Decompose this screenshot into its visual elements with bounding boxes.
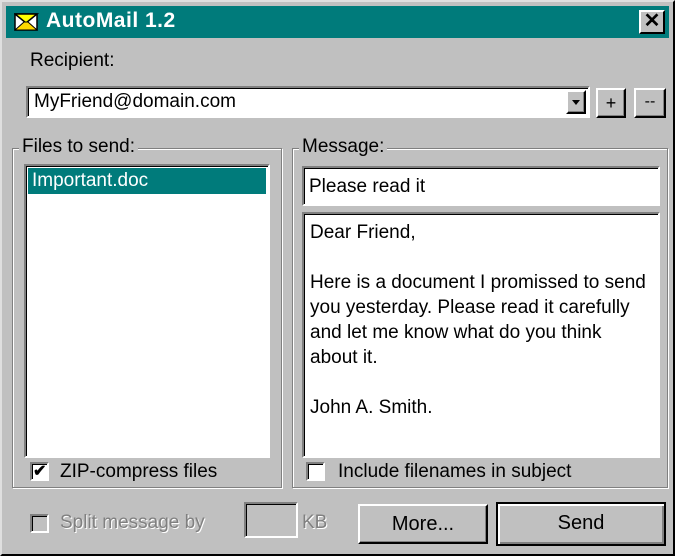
recipient-dropdown-button[interactable] — [566, 90, 586, 114]
send-button[interactable]: Send — [496, 502, 666, 546]
include-filenames-label[interactable]: Include filenames in subject — [338, 461, 571, 483]
recipient-label: Recipient: — [30, 50, 115, 71]
files-listbox[interactable]: Important.doc — [24, 164, 270, 458]
split-message-label: Split message by — [60, 512, 205, 533]
more-button[interactable]: More... — [358, 504, 488, 544]
recipient-combobox[interactable]: MyFriend@domain.com — [26, 86, 590, 118]
include-filenames-checkbox[interactable] — [306, 462, 325, 481]
subject-value: Please read it — [309, 176, 426, 197]
close-button[interactable]: ✕ — [639, 10, 665, 34]
split-size-field[interactable] — [244, 502, 298, 538]
files-group-label: Files to send: — [19, 136, 138, 158]
title-bar[interactable]: AutoMail 1.2 ✕ — [6, 6, 669, 38]
zip-compress-label[interactable]: ZIP-compress files — [60, 461, 217, 483]
remove-recipient-button[interactable]: -- — [634, 88, 666, 118]
automail-window: AutoMail 1.2 ✕ Recipient: MyFriend@domai… — [0, 0, 675, 556]
checkmark-icon: ✔ — [33, 463, 47, 480]
list-item[interactable]: Important.doc — [28, 168, 266, 194]
recipient-value: MyFriend@domain.com — [34, 91, 236, 112]
message-group-label: Message: — [299, 136, 388, 158]
add-recipient-button[interactable]: + — [596, 88, 626, 118]
message-body-text: Dear Friend, Here is a document I promis… — [310, 222, 646, 418]
mail-envelope-icon — [14, 13, 40, 31]
window-title: AutoMail 1.2 — [46, 9, 176, 32]
split-message-checkbox[interactable] — [30, 514, 49, 533]
chevron-down-icon — [572, 100, 580, 105]
message-body-field[interactable]: Dear Friend, Here is a document I promis… — [302, 212, 660, 458]
subject-field[interactable]: Please read it — [302, 166, 660, 206]
zip-compress-checkbox[interactable]: ✔ — [30, 462, 49, 481]
kb-label: KB — [302, 512, 328, 533]
